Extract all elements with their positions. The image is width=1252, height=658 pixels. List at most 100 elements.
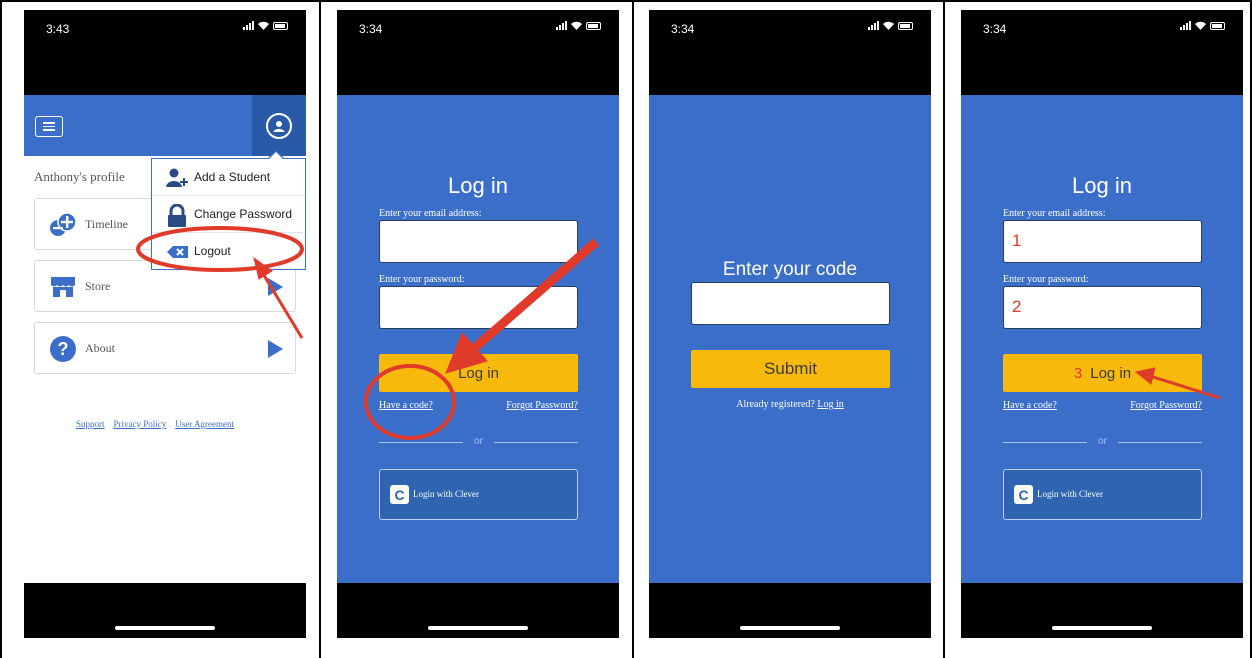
hamburger-menu-button[interactable] bbox=[35, 116, 63, 137]
password-label: Enter your password: bbox=[1003, 274, 1089, 285]
user-agreement-link[interactable]: User Agreement bbox=[175, 419, 234, 429]
login-title: Log in bbox=[1072, 173, 1132, 198]
step-number: 3 bbox=[1073, 364, 1083, 382]
add-student-label: Add a Student bbox=[194, 170, 271, 184]
profile-dropdown-menu: Add a Student Change Password Logout bbox=[151, 150, 306, 270]
login-button[interactable]: Log in bbox=[379, 354, 578, 392]
table-divider-1 bbox=[319, 0, 321, 658]
have-code-link[interactable]: Have a code? bbox=[379, 400, 433, 411]
clever-label: Login with Clever bbox=[1037, 489, 1103, 499]
code-input[interactable] bbox=[691, 282, 890, 325]
wifi-icon bbox=[1195, 21, 1206, 30]
profile-title: Anthony's profile bbox=[34, 169, 125, 184]
status-time: 3:34 bbox=[359, 22, 383, 36]
status-icons bbox=[243, 21, 288, 30]
add-student-menu-item[interactable]: Add a Student bbox=[152, 159, 305, 196]
profile-screen: Anthony's profile Timeline Store ? About… bbox=[24, 95, 306, 583]
clever-label: Login with Clever bbox=[413, 489, 479, 499]
enter-code-screen: Enter your code Submit Already registere… bbox=[649, 95, 931, 583]
already-registered-text: Already registered? bbox=[736, 399, 815, 410]
svg-text:?: ? bbox=[58, 339, 69, 359]
timeline-plus-icon bbox=[49, 211, 77, 239]
store-label: Store bbox=[85, 279, 111, 293]
home-indicator bbox=[1052, 626, 1152, 630]
change-password-menu-item[interactable]: Change Password bbox=[152, 196, 305, 233]
about-label: About bbox=[85, 341, 115, 355]
battery-icon bbox=[586, 21, 601, 30]
table-divider-3 bbox=[943, 0, 945, 658]
login-button-label: Log in bbox=[1090, 364, 1132, 382]
submit-button[interactable]: Submit bbox=[691, 350, 890, 388]
profile-menu-button[interactable] bbox=[252, 95, 306, 156]
wifi-icon bbox=[883, 21, 894, 30]
status-icons bbox=[556, 21, 601, 30]
tutorial-grid: 3:43 Anthony's profile Timeline Store ? … bbox=[0, 0, 1252, 658]
phone-profile: 3:43 Anthony's profile Timeline Store ? … bbox=[24, 10, 306, 638]
phone-login-steps: 3:34 Log in Enter your email address: 1 … bbox=[961, 10, 1243, 638]
forgot-password-link[interactable]: Forgot Password? bbox=[506, 400, 578, 411]
email-label: Enter your email address: bbox=[379, 208, 482, 219]
logout-icon bbox=[166, 241, 188, 263]
phone-login: 3:34 Log in Enter your email address: En… bbox=[337, 10, 619, 638]
about-menu-item[interactable]: ? About bbox=[34, 322, 296, 374]
password-input[interactable] bbox=[379, 286, 578, 329]
login-with-clever-button[interactable]: C Login with Clever bbox=[379, 469, 578, 520]
lock-icon bbox=[166, 203, 188, 227]
submit-button-label: Submit bbox=[764, 359, 817, 378]
table-divider-2 bbox=[632, 0, 634, 658]
forgot-password-link[interactable]: Forgot Password? bbox=[1130, 400, 1202, 411]
app-header bbox=[24, 95, 306, 156]
login-button[interactable]: 3 Log in bbox=[1003, 354, 1202, 392]
add-user-icon bbox=[166, 167, 188, 189]
status-time: 3:43 bbox=[46, 22, 70, 36]
battery-icon bbox=[1210, 21, 1225, 30]
timeline-label: Timeline bbox=[85, 217, 128, 231]
table-border-top bbox=[0, 0, 1252, 2]
login-with-clever-button[interactable]: C Login with Clever bbox=[1003, 469, 1202, 520]
home-indicator bbox=[428, 626, 528, 630]
change-password-label: Change Password bbox=[194, 207, 293, 221]
enter-code-title: Enter your code bbox=[722, 259, 858, 280]
logout-menu-item[interactable]: Logout bbox=[152, 233, 305, 270]
or-divider: or bbox=[1003, 435, 1202, 449]
support-link[interactable]: Support bbox=[76, 419, 105, 429]
wifi-icon bbox=[258, 21, 269, 30]
home-indicator bbox=[115, 626, 215, 630]
status-time: 3:34 bbox=[671, 22, 695, 36]
or-divider: or bbox=[379, 435, 578, 449]
clever-logo-icon: C bbox=[1014, 485, 1033, 504]
signal-icon bbox=[243, 21, 254, 30]
chevron-right-icon bbox=[268, 278, 283, 296]
status-time: 3:34 bbox=[983, 22, 1007, 36]
logout-label: Logout bbox=[194, 244, 231, 258]
have-code-link[interactable]: Have a code? bbox=[1003, 400, 1057, 411]
battery-icon bbox=[898, 21, 913, 30]
email-input[interactable] bbox=[379, 220, 578, 263]
home-indicator bbox=[740, 626, 840, 630]
email-label: Enter your email address: bbox=[1003, 208, 1106, 219]
footer-links: Support Privacy Policy User Agreement bbox=[24, 419, 286, 429]
clever-logo-icon: C bbox=[390, 485, 409, 504]
signal-icon bbox=[868, 21, 879, 30]
email-input[interactable]: 1 bbox=[1003, 220, 1202, 263]
status-icons bbox=[868, 21, 913, 30]
battery-icon bbox=[273, 21, 288, 30]
already-registered-row: Already registered? Log in bbox=[649, 399, 931, 410]
question-icon: ? bbox=[49, 335, 77, 363]
chevron-right-icon bbox=[268, 340, 283, 358]
password-label: Enter your password: bbox=[379, 274, 465, 285]
login-title: Log in bbox=[448, 173, 508, 198]
signal-icon bbox=[1180, 21, 1191, 30]
status-icons bbox=[1180, 21, 1225, 30]
user-icon bbox=[266, 112, 292, 139]
log-in-link[interactable]: Log in bbox=[817, 399, 843, 410]
phone-enter-code: 3:34 Enter your code Submit Already regi… bbox=[649, 10, 931, 638]
login-screen: Log in Enter your email address: 1 Enter… bbox=[961, 95, 1243, 583]
store-icon bbox=[49, 273, 77, 301]
login-screen: Log in Enter your email address: Enter y… bbox=[337, 95, 619, 583]
privacy-policy-link[interactable]: Privacy Policy bbox=[114, 419, 167, 429]
signal-icon bbox=[556, 21, 567, 30]
password-input[interactable]: 2 bbox=[1003, 286, 1202, 329]
login-button-label: Log in bbox=[458, 364, 499, 382]
wifi-icon bbox=[571, 21, 582, 30]
